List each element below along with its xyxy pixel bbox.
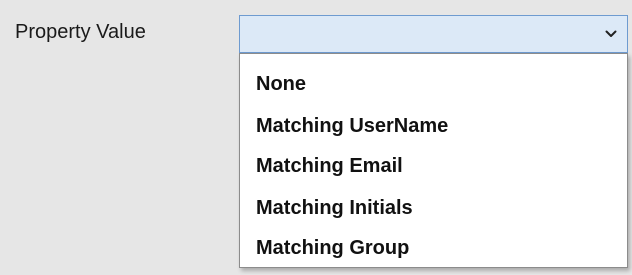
option-none[interactable]: None	[256, 73, 306, 96]
property-value-select[interactable]	[239, 15, 628, 53]
property-value-label: Property Value	[15, 21, 146, 43]
option-matching-initials[interactable]: Matching Initials	[256, 197, 413, 220]
option-matching-group[interactable]: Matching Group	[256, 237, 409, 260]
property-value-dropdown-list: None Matching UserName Matching Email Ma…	[239, 53, 628, 268]
option-matching-email[interactable]: Matching Email	[256, 155, 403, 178]
option-matching-username[interactable]: Matching UserName	[256, 115, 448, 138]
chevron-down-icon[interactable]	[605, 29, 617, 39]
